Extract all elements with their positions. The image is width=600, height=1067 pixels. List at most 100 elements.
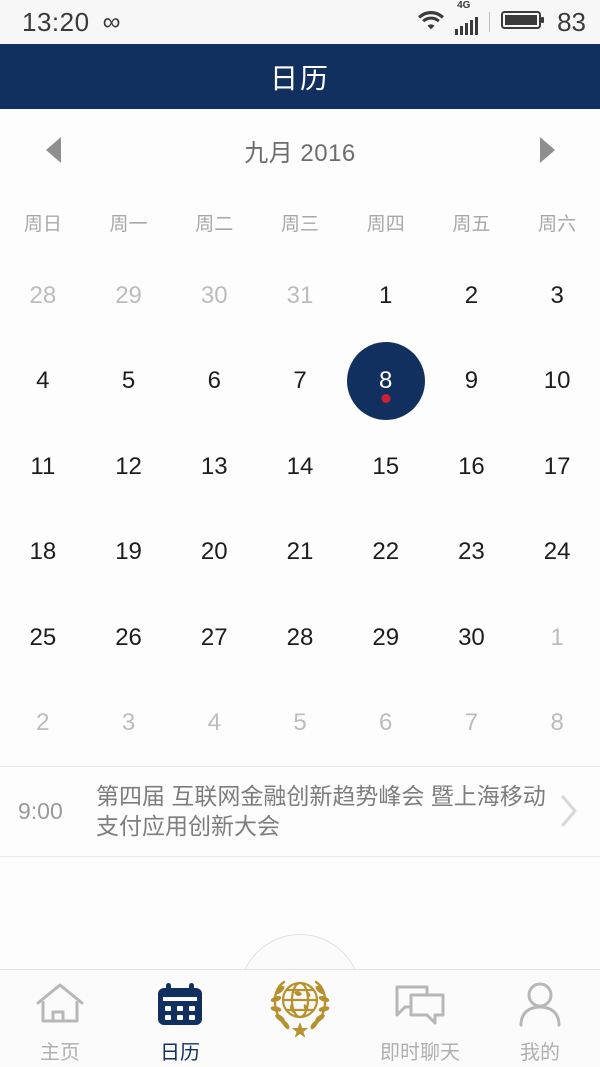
calendar-grid: 28 29 30 31 1 2 3 4 5 6 7 8 9 10 11 12 13 14 15 16 17 18 19 20 2…	[0, 253, 600, 766]
calendar-day[interactable]: 18	[0, 510, 86, 596]
calendar-day[interactable]: 24	[514, 510, 600, 596]
event-indicator-dot	[381, 393, 391, 403]
calendar-icon	[154, 981, 206, 1032]
calendar-day[interactable]: 6	[343, 681, 429, 767]
weekday-label-1: 周一	[109, 213, 148, 235]
calendar-day[interactable]: 10	[514, 339, 600, 425]
center-emblem-button[interactable]	[259, 963, 341, 1045]
calendar-day[interactable]: 20	[171, 510, 257, 596]
day-number: 8	[550, 709, 564, 737]
calendar-day[interactable]: 5	[86, 339, 172, 425]
calendar-day[interactable]: 19	[86, 510, 172, 596]
day-number: 19	[115, 538, 142, 566]
calendar-day[interactable]: 26	[86, 595, 172, 681]
home-icon	[33, 981, 87, 1032]
day-number: 4	[36, 367, 50, 395]
day-number: 11	[30, 452, 56, 480]
calendar-day[interactable]: 27	[171, 595, 257, 681]
tab-calendar[interactable]: 日历	[120, 970, 240, 1067]
day-number: 25	[29, 623, 57, 651]
weekday-label-2: 周二	[195, 213, 234, 235]
event-title: 第四届 互联网金融创新趋势峰会 暨上海移动支付应用创新大会	[96, 783, 546, 840]
calendar-day[interactable]: 1	[343, 253, 429, 339]
calendar-day[interactable]: 14	[257, 424, 343, 510]
calendar-day[interactable]: 30	[429, 595, 515, 681]
calendar-day[interactable]: 29	[86, 253, 172, 339]
calendar-day[interactable]: 4	[171, 681, 257, 767]
day-number: 10	[543, 367, 571, 395]
calendar-day[interactable]: 9	[429, 339, 515, 425]
chevron-right-icon	[554, 793, 584, 829]
day-number: 1	[550, 623, 564, 651]
calendar-day-selected[interactable]: 8	[343, 339, 429, 425]
calendar-day[interactable]: 29	[343, 595, 429, 681]
calendar-day[interactable]: 28	[0, 253, 86, 339]
calendar-day[interactable]: 1	[514, 595, 600, 681]
calendar-day[interactable]: 3	[514, 253, 600, 339]
status-bar: 13:20 ∞ 4G 83	[0, 0, 600, 44]
day-number: 5	[293, 709, 307, 737]
calendar-day[interactable]: 11	[0, 424, 86, 510]
status-bar-right: 4G 83	[416, 0, 586, 38]
calendar-day[interactable]: 15	[343, 424, 429, 510]
day-number: 2	[36, 709, 50, 737]
tab-profile[interactable]: 我的	[480, 970, 600, 1067]
month-navigation: 九月 2016	[0, 109, 600, 191]
day-number: 15	[372, 452, 400, 480]
battery-percent: 83	[557, 6, 586, 37]
calendar-day[interactable]: 6	[171, 339, 257, 425]
signal-icon: 4G	[455, 0, 479, 35]
prev-month-button[interactable]	[30, 127, 76, 173]
tab-label-chat: 即时聊天	[380, 1042, 460, 1064]
calendar-day[interactable]: 23	[429, 510, 515, 596]
weekday-label-6: 周六	[538, 213, 577, 235]
calendar-day[interactable]: 2	[429, 253, 515, 339]
next-month-button[interactable]	[524, 127, 570, 173]
day-number: 12	[115, 452, 142, 480]
day-number: 6	[207, 367, 221, 395]
day-number: 2	[464, 281, 479, 309]
calendar-day[interactable]: 30	[171, 253, 257, 339]
event-row[interactable]: 9:00 第四届 互联网金融创新趋势峰会 暨上海移动支付应用创新大会	[0, 767, 600, 857]
day-number: 23	[458, 538, 485, 566]
calendar-day[interactable]: 3	[86, 681, 172, 767]
calendar-day[interactable]: 7	[257, 339, 343, 425]
calendar-day[interactable]: 5	[257, 681, 343, 767]
calendar-day[interactable]: 7	[429, 681, 515, 767]
calendar-app-screen: 13:20 ∞ 4G 83 日历 九月 2016 周日 周一 周二 周三 周四 …	[0, 0, 600, 1067]
day-number: 24	[543, 538, 571, 566]
calendar-day[interactable]: 16	[429, 424, 515, 510]
page-title: 日历	[269, 62, 330, 94]
day-number: 26	[115, 623, 142, 651]
calendar-day[interactable]: 12	[86, 424, 172, 510]
chat-bubbles-icon	[391, 981, 449, 1032]
calendar-day[interactable]: 13	[171, 424, 257, 510]
network-type-label: 4G	[457, 0, 471, 11]
weekday-label-4: 周四	[366, 213, 405, 235]
calendar-day[interactable]: 22	[343, 510, 429, 596]
calendar-day[interactable]: 2	[0, 681, 86, 767]
calendar-day[interactable]: 8	[514, 681, 600, 767]
day-number: 30	[458, 623, 485, 651]
day-number: 5	[121, 367, 136, 395]
event-time: 9:00	[18, 797, 63, 824]
weekday-header: 周日 周一 周二 周三 周四 周五 周六	[0, 191, 600, 253]
calendar-day[interactable]: 17	[514, 424, 600, 510]
battery-icon	[501, 8, 545, 37]
calendar-day[interactable]: 4	[0, 339, 86, 425]
calendar-day[interactable]: 25	[0, 595, 86, 681]
triangle-right-icon	[539, 137, 555, 163]
day-number: 13	[200, 452, 228, 480]
day-number: 16	[458, 452, 485, 480]
tab-chat[interactable]: 即时聊天	[360, 970, 480, 1067]
wifi-icon	[416, 8, 446, 37]
calendar-day[interactable]: 31	[257, 253, 343, 339]
tab-label-profile: 我的	[520, 1042, 560, 1064]
calendar-day[interactable]: 28	[257, 595, 343, 681]
day-number: 9	[464, 367, 479, 395]
tab-home[interactable]: 主页	[0, 970, 120, 1067]
day-number: 14	[286, 452, 314, 480]
globe-laurel-emblem-icon	[270, 980, 330, 1038]
calendar-day[interactable]: 21	[257, 510, 343, 596]
day-number: 7	[293, 367, 307, 395]
